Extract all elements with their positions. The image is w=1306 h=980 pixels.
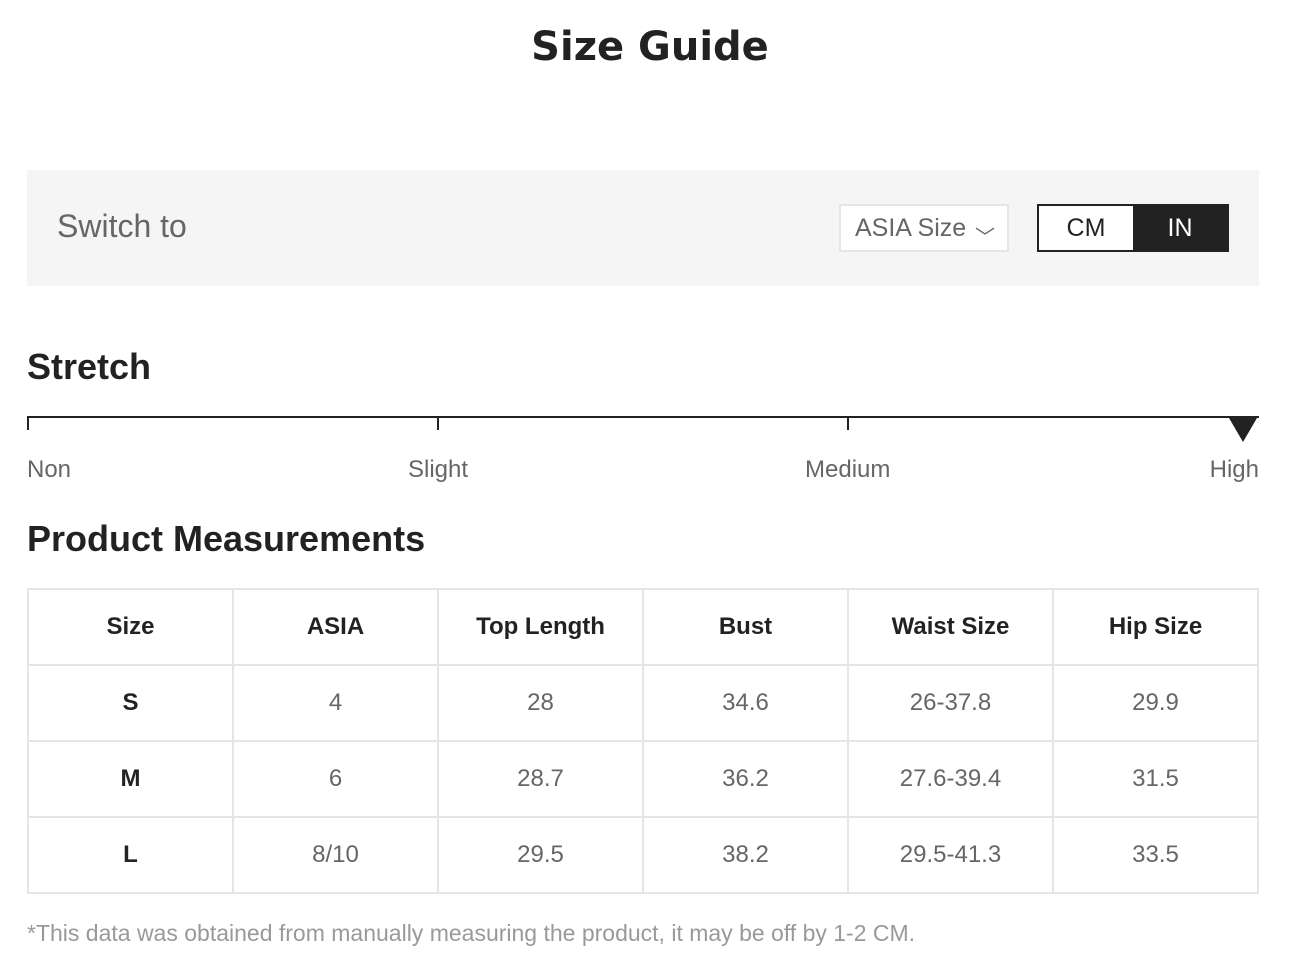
column-header: Waist Size — [847, 588, 1054, 666]
stretch-tick-non — [27, 416, 29, 430]
unit-toggle: CM IN — [1037, 204, 1229, 252]
measurements-heading: Product Measurements — [27, 518, 426, 559]
size-system-dropdown[interactable]: ASIA Size ﹀ — [839, 204, 1009, 252]
table-cell: 28.7 — [437, 740, 644, 818]
size-system-value: ASIA Size — [855, 214, 967, 242]
column-header: Size — [27, 588, 234, 666]
chevron-down-icon: ﹀ — [975, 227, 995, 249]
table-cell: 26-37.8 — [847, 664, 1054, 742]
column-header: Bust — [642, 588, 849, 666]
table-cell: 29.5-41.3 — [847, 816, 1054, 894]
size-switch-bar: Switch to ASIA Size ﹀ CM IN — [27, 170, 1259, 286]
measurement-footnote: *This data was obtained from manually me… — [27, 920, 916, 946]
stretch-tick-medium — [847, 416, 849, 430]
table-cell: 27.6-39.4 — [847, 740, 1054, 818]
switch-to-label: Switch to — [57, 208, 187, 244]
size-cell: S — [27, 664, 234, 742]
table-cell: 6 — [232, 740, 439, 818]
stretch-label-slight: Slight — [408, 456, 469, 483]
measurements-table: Size ASIA Top Length Bust Waist Size Hip… — [27, 588, 1259, 894]
table-cell: 4 — [232, 664, 439, 742]
column-header: Top Length — [437, 588, 644, 666]
table-header-row: Size ASIA Top Length Bust Waist Size Hip… — [27, 588, 1259, 666]
unit-cm-button[interactable]: CM — [1039, 206, 1133, 250]
stretch-label-high: High — [1209, 456, 1259, 483]
table-cell: 29.5 — [437, 816, 644, 894]
table-row: M 6 28.7 36.2 27.6-39.4 31.5 — [27, 740, 1259, 818]
stretch-tick-slight — [437, 416, 439, 430]
table-cell: 33.5 — [1052, 816, 1259, 894]
stretch-label-medium: Medium — [805, 456, 891, 483]
stretch-marker-icon — [1229, 418, 1257, 442]
table-row: S 4 28 34.6 26-37.8 29.9 — [27, 664, 1259, 742]
unit-in-button[interactable]: IN — [1133, 206, 1227, 250]
table-cell: 28 — [437, 664, 644, 742]
size-cell: M — [27, 740, 234, 818]
stretch-scale: Non Slight Medium High — [27, 416, 1259, 486]
table-cell: 34.6 — [642, 664, 849, 742]
table-cell: 31.5 — [1052, 740, 1259, 818]
stretch-scale-line — [27, 416, 1259, 418]
table-cell: 8/10 — [232, 816, 439, 894]
table-cell: 29.9 — [1052, 664, 1259, 742]
stretch-heading: Stretch — [27, 346, 152, 387]
column-header: Hip Size — [1052, 588, 1259, 666]
table-row: L 8/10 29.5 38.2 29.5-41.3 33.5 — [27, 816, 1259, 894]
size-cell: L — [27, 816, 234, 894]
column-header: ASIA — [232, 588, 439, 666]
table-cell: 36.2 — [642, 740, 849, 818]
stretch-label-non: Non — [27, 456, 72, 483]
table-cell: 38.2 — [642, 816, 849, 894]
page-title: Size Guide — [531, 24, 769, 70]
